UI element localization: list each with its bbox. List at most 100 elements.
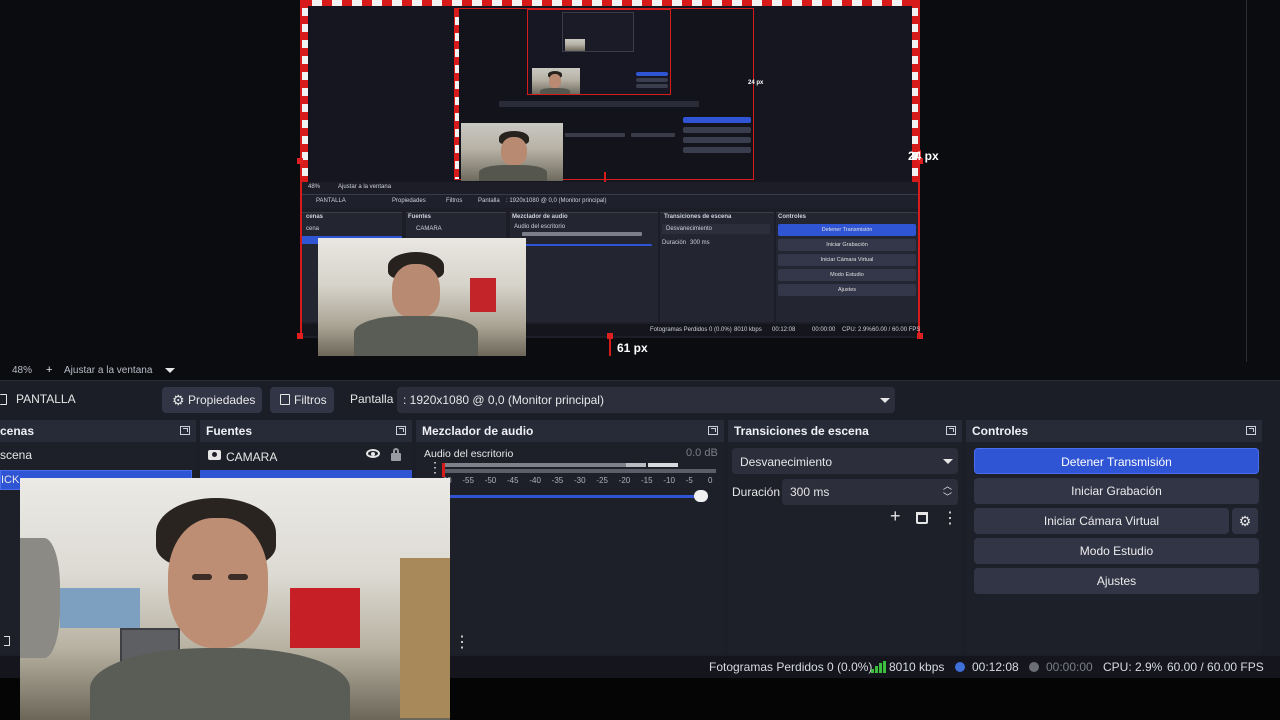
undock-icon[interactable]	[708, 426, 718, 435]
settings-button[interactable]: Ajustes	[974, 568, 1259, 594]
volume-slider-handle[interactable]	[694, 490, 708, 502]
start-virtual-camera-button[interactable]: Iniciar Cámara Virtual	[974, 508, 1229, 534]
undock-icon[interactable]	[1246, 426, 1256, 435]
volume-slider-track[interactable]	[444, 495, 708, 498]
camera-icon	[208, 450, 221, 460]
properties-button[interactable]: ⚙ Propiedades	[162, 387, 262, 413]
size-label-right: 24 px	[908, 149, 939, 163]
bottles-shelf	[400, 558, 450, 718]
mixer-menu-icon[interactable]: ⋮	[454, 632, 470, 652]
inner-bitrate: 8010 kbps	[734, 327, 762, 333]
duration-spinbox[interactable]: 300 ms ︿ ﹀	[782, 479, 958, 505]
mini-camera-3	[532, 68, 580, 94]
trash-icon[interactable]	[916, 512, 928, 524]
meter-tick-label: -45	[507, 476, 519, 485]
stop-streaming-button[interactable]: Detener Transmisión	[974, 448, 1259, 474]
channel-menu-icon[interactable]: ⋮	[428, 460, 442, 474]
audio-mixer-dock: Mezclador de audio Audio del escritorio …	[416, 420, 724, 654]
meter-bottom-bar	[444, 469, 716, 473]
zoom-bar: 48% + Ajustar a la ventana	[0, 362, 1280, 380]
dropped-frames: Fotogramas Perdidos 0 (0.0%)	[709, 660, 873, 674]
inner-display-label: Pantalla	[478, 198, 500, 204]
transition-select[interactable]: Desvanecimiento	[732, 448, 958, 474]
meter-tick-label: -20	[618, 476, 631, 485]
zoom-in-button[interactable]: +	[46, 364, 52, 376]
transition-selected: Desvanecimiento	[740, 455, 833, 469]
background-person	[20, 538, 60, 658]
inner-time2: 00:00:00	[812, 327, 836, 333]
mini-camera-4	[565, 39, 585, 51]
meter-red-segment	[648, 463, 678, 467]
webcam-overlay	[20, 478, 450, 720]
meter-tick-label: -40	[529, 476, 541, 485]
controls-title: Controles	[972, 424, 1029, 438]
mini-size-label: 24 px	[748, 80, 764, 86]
undock-icon[interactable]	[946, 426, 956, 435]
meter-tick-label: -30	[574, 476, 586, 485]
inner-transitions-title: Transiciones de escena	[664, 214, 732, 220]
inner-obs-window: 48% Ajustar a la ventana PANTALLA Propie…	[302, 182, 920, 356]
resize-handle-bottom-left[interactable]	[297, 333, 303, 339]
preview-scrollbar[interactable]	[1246, 0, 1247, 362]
inner-duration-value: 300 ms	[690, 240, 710, 246]
add-transition-icon[interactable]: +	[890, 506, 901, 527]
mixer-title: Mezclador de audio	[422, 424, 534, 438]
context-source-name: PANTALLA	[16, 392, 76, 406]
meter-tick-label: -5	[685, 476, 693, 485]
virtual-camera-settings-button[interactable]: ⚙	[1232, 508, 1258, 534]
zoom-dropdown-icon[interactable]	[165, 368, 175, 373]
start-recording-button[interactable]: Iniciar Grabación	[974, 478, 1259, 504]
meter-tick-label: 0	[708, 476, 713, 485]
scene-item[interactable]: scena	[0, 448, 32, 462]
source-item-camara[interactable]: CAMARA	[200, 446, 412, 468]
inner-transition-value: Desvanecimiento	[666, 226, 713, 232]
mini-stop-button	[636, 72, 668, 76]
preview-canvas[interactable]: 24 px 48% Ajustar a la ventana PANTALLA …	[0, 0, 1280, 362]
inner-display-value: : 1920x1080 @ 0,0 (Monitor principal)	[506, 198, 607, 204]
filters-button[interactable]: Filtros	[270, 387, 334, 413]
controls-title-bar: Controles	[966, 420, 1262, 442]
inner-properties: Propiedades	[392, 198, 426, 204]
mini-camera-2	[461, 123, 563, 181]
person-eye-right	[228, 574, 248, 580]
lock-icon[interactable]	[391, 448, 401, 461]
sources-title-bar: Fuentes	[200, 420, 412, 442]
display-value: : 1920x1080 @ 0,0 (Monitor principal)	[403, 393, 604, 407]
inner-fit: Ajustar a la ventana	[338, 184, 392, 190]
undock-icon[interactable]	[396, 426, 406, 435]
inner-filters: Filtros	[446, 198, 463, 204]
controls-dock: Controles Detener Transmisión Iniciar Gr…	[966, 420, 1262, 654]
stream-time: 00:12:08	[972, 660, 1019, 674]
person-face	[168, 518, 268, 648]
size-label-bottom: 61 px	[617, 341, 648, 355]
scene-remove-icon[interactable]	[4, 636, 10, 646]
monitor-icon	[0, 394, 7, 405]
transition-menu-icon[interactable]: ⋮	[942, 508, 958, 528]
inner-record-button: Iniciar Grabación	[778, 239, 916, 251]
studio-mode-button[interactable]: Modo Estudio	[974, 538, 1259, 564]
meter-tick-label: -15	[641, 476, 653, 485]
inner-controls-title: Controles	[778, 214, 807, 220]
resize-handle-bottom-right[interactable]	[917, 333, 923, 339]
inner-source-item: CAMARA	[416, 226, 442, 232]
cpu-usage: CPU: 2.9%	[1103, 660, 1163, 674]
filters-icon	[280, 394, 290, 405]
resize-handle-left[interactable]	[297, 158, 303, 164]
transitions-dock: Transiciones de escena Desvanecimiento D…	[728, 420, 962, 654]
bitrate: 8010 kbps	[889, 660, 945, 674]
recursive-preview-1	[454, 8, 754, 181]
undock-icon[interactable]	[180, 426, 190, 435]
gear-icon: ⚙	[1238, 513, 1252, 529]
chevron-down-icon	[880, 398, 890, 403]
inner-source-name: PANTALLA	[316, 198, 346, 204]
meter-green-segment	[444, 463, 626, 467]
inner-cpu: CPU: 2.9%	[842, 327, 872, 333]
inner-time1: 00:12:08	[772, 327, 796, 333]
inner-virtualcam-button: Iniciar Cámara Virtual	[778, 254, 916, 266]
visibility-eye-icon[interactable]	[366, 449, 380, 458]
inner-status: Fotogramas Perdidos 0 (0.0%)	[650, 327, 732, 333]
scenes-title: cenas	[0, 424, 35, 438]
mixer-title-bar: Mezclador de audio	[416, 420, 724, 442]
spin-down-icon[interactable]: ﹀	[943, 490, 952, 503]
display-select[interactable]: : 1920x1080 @ 0,0 (Monitor principal)	[397, 387, 895, 413]
